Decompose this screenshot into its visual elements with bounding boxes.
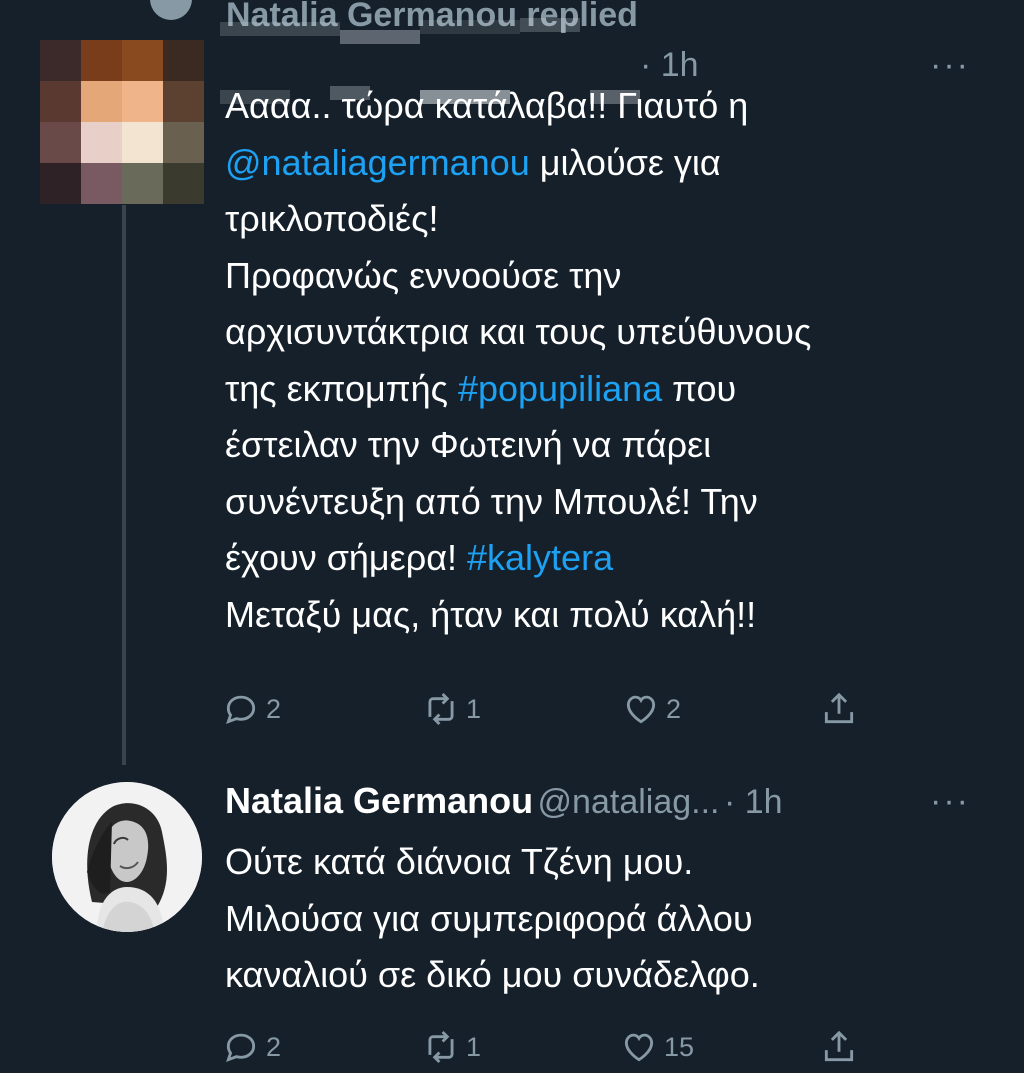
tweet-line: @nataliagermanou μιλούσε για <box>225 135 985 192</box>
like-count: 15 <box>664 1031 695 1062</box>
tweet-line: έστειλαν την Φωτεινή να πάρει <box>225 424 712 465</box>
share-icon <box>824 692 854 724</box>
tweet-line: Μεταξύ μας, ήταν και πολύ καλή!! <box>225 593 757 635</box>
profile-photo-icon <box>52 782 202 932</box>
like-count: 2 <box>666 693 682 724</box>
retweet-count: 1 <box>466 1031 482 1062</box>
tweet-line: Προφανώς εννοούσε την <box>225 254 622 296</box>
share-button[interactable] <box>820 690 858 728</box>
like-icon <box>626 695 656 724</box>
reply-icon <box>226 695 256 725</box>
tweet-text: που <box>662 367 737 409</box>
tweet-text: έχουν σήμερα! <box>225 537 468 578</box>
tweet-line: καναλιού σε δικό μου συνάδελφο. <box>225 954 760 995</box>
avatar[interactable] <box>52 782 202 932</box>
tweet-line: Μιλούσα για συμπεριφορά άλλου <box>225 897 753 939</box>
context-avatar-icon <box>150 0 192 20</box>
tweet-line: τρικλοποδιές! <box>225 198 439 239</box>
reply-count: 2 <box>266 693 282 724</box>
like-button[interactable]: 15 <box>620 1028 694 1066</box>
like-button[interactable]: 2 <box>622 690 681 728</box>
tweet-text: της εκπομπής <box>225 367 458 409</box>
tweet-header: Natalia Germanou @nataliag... · 1h <box>225 780 783 822</box>
tweet-body: Αααα.. τώρα κατάλαβα!! Γιαυτό η @natalia… <box>225 78 985 643</box>
share-icon <box>824 1030 854 1062</box>
retweet-icon <box>428 692 454 726</box>
hashtag-link[interactable]: #popupiliana <box>458 368 662 409</box>
tweet-line: έχουν σήμερα! #kalytera <box>225 530 985 587</box>
reply-button[interactable]: 2 <box>222 690 281 728</box>
tweet-actions: 2 1 2 <box>222 690 862 730</box>
share-button[interactable] <box>820 1028 858 1066</box>
tweet-line: Ούτε κατά διάνοια Τζένη μου. <box>225 841 694 882</box>
avatar[interactable] <box>40 40 204 204</box>
reply-button[interactable]: 2 <box>222 1028 281 1066</box>
thread-connector-line <box>122 205 126 765</box>
more-icon[interactable]: ··· <box>930 782 970 821</box>
hashtag-link[interactable]: #kalytera <box>467 537 613 578</box>
retweet-button[interactable]: 1 <box>422 690 481 728</box>
mention-link[interactable]: @nataliagermanou <box>225 142 530 183</box>
reply-count: 2 <box>266 1031 282 1062</box>
reply-icon <box>226 1033 256 1063</box>
user-handle[interactable]: @nataliag... <box>538 783 720 821</box>
tweet-line: της εκπομπής #popupiliana που <box>225 361 985 418</box>
retweet-button[interactable]: 1 <box>422 1028 481 1066</box>
tweet-timestamp[interactable]: · 1h <box>724 783 783 821</box>
tweet-line: αρχισυντάκτρια και τους υπεύθυνους <box>225 311 812 352</box>
tweet-line: Αααα.. τώρα κατάλαβα!! Γιαυτό η <box>225 85 749 126</box>
retweet-count: 1 <box>466 693 482 724</box>
tweet-text: μιλούσε για <box>529 141 721 183</box>
display-name[interactable]: Natalia Germanou <box>225 780 533 821</box>
tweet-body: Ούτε κατά διάνοια Τζένη μου. Μιλούσα για… <box>225 834 985 1004</box>
tweet-actions: 2 1 15 <box>222 1028 862 1068</box>
like-icon <box>624 1033 654 1062</box>
tweet-line: συνέντευξη από την Μπουλέ! Την <box>225 480 758 522</box>
retweet-icon <box>428 1030 454 1064</box>
